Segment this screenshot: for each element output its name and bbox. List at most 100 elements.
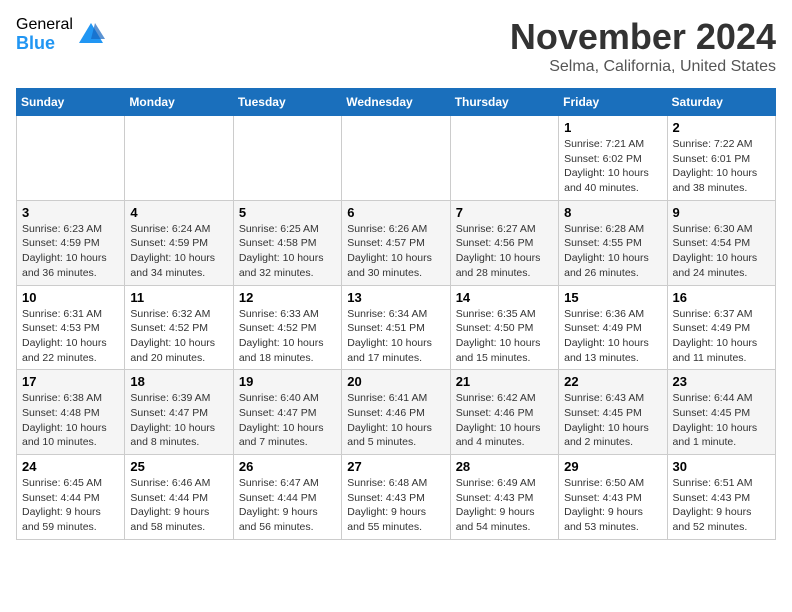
day-info: Sunrise: 6:35 AM Sunset: 4:50 PM Dayligh… [456,307,553,366]
day-number: 25 [130,459,227,474]
day-cell: 12Sunrise: 6:33 AM Sunset: 4:52 PM Dayli… [233,285,341,370]
day-info: Sunrise: 6:43 AM Sunset: 4:45 PM Dayligh… [564,391,661,450]
day-info: Sunrise: 6:34 AM Sunset: 4:51 PM Dayligh… [347,307,444,366]
day-info: Sunrise: 6:41 AM Sunset: 4:46 PM Dayligh… [347,391,444,450]
day-cell: 2 Sunrise: 7:22 AM Sunset: 6:01 PM Daylig… [667,116,775,201]
day-info: Sunrise: 6:49 AM Sunset: 4:43 PM Dayligh… [456,476,553,535]
day-number: 24 [22,459,119,474]
day-cell: 20 Sunrise: 6:41 AM Sunset: 4:46 PM Dayli… [342,370,450,455]
day-cell [450,116,558,201]
day-info: Sunrise: 6:32 AM Sunset: 4:52 PM Dayligh… [130,307,227,366]
week-row-5: 24 Sunrise: 6:45 AM Sunset: 4:44 PM Dayli… [17,455,776,540]
day-cell: 8 Sunrise: 6:28 AM Sunset: 4:55 PM Daylig… [559,200,667,285]
day-cell: 21 Sunrise: 6:42 AM Sunset: 4:46 PM Dayli… [450,370,558,455]
day-number: 28 [456,459,553,474]
day-cell [233,116,341,201]
week-row-1: 1Sunrise: 7:21 AM Sunset: 6:02 PM Daylig… [17,116,776,201]
day-number: 1 [564,120,661,135]
day-info: Sunrise: 6:31 AM Sunset: 4:53 PM Dayligh… [22,307,119,366]
day-info: Sunrise: 6:44 AM Sunset: 4:45 PM Dayligh… [673,391,770,450]
day-cell: 29Sunrise: 6:50 AM Sunset: 4:43 PM Dayli… [559,455,667,540]
day-info: Sunrise: 6:39 AM Sunset: 4:47 PM Dayligh… [130,391,227,450]
day-cell: 19Sunrise: 6:40 AM Sunset: 4:47 PM Dayli… [233,370,341,455]
day-info: Sunrise: 6:42 AM Sunset: 4:46 PM Dayligh… [456,391,553,450]
header-cell-thursday: Thursday [450,89,558,116]
calendar-body: 1Sunrise: 7:21 AM Sunset: 6:02 PM Daylig… [17,116,776,540]
day-number: 19 [239,374,336,389]
day-info: Sunrise: 6:37 AM Sunset: 4:49 PM Dayligh… [673,307,770,366]
day-cell: 16Sunrise: 6:37 AM Sunset: 4:49 PM Dayli… [667,285,775,370]
day-cell: 5Sunrise: 6:25 AM Sunset: 4:58 PM Daylig… [233,200,341,285]
day-number: 22 [564,374,661,389]
week-row-3: 10 Sunrise: 6:31 AM Sunset: 4:53 PM Dayli… [17,285,776,370]
day-cell: 10 Sunrise: 6:31 AM Sunset: 4:53 PM Dayli… [17,285,125,370]
day-cell: 9Sunrise: 6:30 AM Sunset: 4:54 PM Daylig… [667,200,775,285]
day-number: 18 [130,374,227,389]
calendar-header: SundayMondayTuesdayWednesdayThursdayFrid… [17,89,776,116]
day-number: 20 [347,374,444,389]
day-number: 13 [347,290,444,305]
day-number: 14 [456,290,553,305]
day-cell: 17Sunrise: 6:38 AM Sunset: 4:48 PM Dayli… [17,370,125,455]
day-cell: 4Sunrise: 6:24 AM Sunset: 4:59 PM Daylig… [125,200,233,285]
day-number: 27 [347,459,444,474]
day-number: 12 [239,290,336,305]
month-title: November 2024 [510,16,776,58]
day-info: Sunrise: 7:22 AM Sunset: 6:01 PM Dayligh… [673,137,770,196]
day-info: Sunrise: 6:30 AM Sunset: 4:54 PM Dayligh… [673,222,770,281]
title-section: November 2024 Selma, California, United … [510,16,776,76]
day-number: 3 [22,205,119,220]
calendar-table: SundayMondayTuesdayWednesdayThursdayFrid… [16,88,776,540]
day-info: Sunrise: 6:38 AM Sunset: 4:48 PM Dayligh… [22,391,119,450]
header-cell-tuesday: Tuesday [233,89,341,116]
day-number: 2 [673,120,770,135]
day-number: 8 [564,205,661,220]
day-number: 30 [673,459,770,474]
day-info: Sunrise: 6:36 AM Sunset: 4:49 PM Dayligh… [564,307,661,366]
day-number: 26 [239,459,336,474]
day-cell: 7 Sunrise: 6:27 AM Sunset: 4:56 PM Daylig… [450,200,558,285]
day-info: Sunrise: 6:48 AM Sunset: 4:43 PM Dayligh… [347,476,444,535]
day-cell: 25 Sunrise: 6:46 AM Sunset: 4:44 PM Dayli… [125,455,233,540]
day-number: 23 [673,374,770,389]
day-number: 11 [130,290,227,305]
day-number: 21 [456,374,553,389]
day-info: Sunrise: 6:46 AM Sunset: 4:44 PM Dayligh… [130,476,227,535]
header-cell-friday: Friday [559,89,667,116]
header-cell-sunday: Sunday [17,89,125,116]
header-cell-saturday: Saturday [667,89,775,116]
day-info: Sunrise: 6:24 AM Sunset: 4:59 PM Dayligh… [130,222,227,281]
day-number: 10 [22,290,119,305]
logo-general: General [16,16,73,34]
day-info: Sunrise: 6:51 AM Sunset: 4:43 PM Dayligh… [673,476,770,535]
day-info: Sunrise: 6:27 AM Sunset: 4:56 PM Dayligh… [456,222,553,281]
day-cell: 22 Sunrise: 6:43 AM Sunset: 4:45 PM Dayli… [559,370,667,455]
header-row: SundayMondayTuesdayWednesdayThursdayFrid… [17,89,776,116]
day-info: Sunrise: 6:50 AM Sunset: 4:43 PM Dayligh… [564,476,661,535]
day-number: 7 [456,205,553,220]
day-cell: 13 Sunrise: 6:34 AM Sunset: 4:51 PM Dayli… [342,285,450,370]
day-cell: 23 Sunrise: 6:44 AM Sunset: 4:45 PM Dayli… [667,370,775,455]
header-cell-monday: Monday [125,89,233,116]
day-info: Sunrise: 6:47 AM Sunset: 4:44 PM Dayligh… [239,476,336,535]
day-cell [342,116,450,201]
day-info: Sunrise: 6:45 AM Sunset: 4:44 PM Dayligh… [22,476,119,535]
day-info: Sunrise: 6:25 AM Sunset: 4:58 PM Dayligh… [239,222,336,281]
header-cell-wednesday: Wednesday [342,89,450,116]
day-cell [17,116,125,201]
logo-text: General Blue [16,16,73,53]
day-cell: 26 Sunrise: 6:47 AM Sunset: 4:44 PM Dayli… [233,455,341,540]
day-info: Sunrise: 6:26 AM Sunset: 4:57 PM Dayligh… [347,222,444,281]
day-cell: 14 Sunrise: 6:35 AM Sunset: 4:50 PM Dayli… [450,285,558,370]
day-cell: 11 Sunrise: 6:32 AM Sunset: 4:52 PM Dayli… [125,285,233,370]
day-number: 6 [347,205,444,220]
page-header: General Blue November 2024 Selma, Califo… [16,16,776,76]
day-cell: 1Sunrise: 7:21 AM Sunset: 6:02 PM Daylig… [559,116,667,201]
day-cell: 30 Sunrise: 6:51 AM Sunset: 4:43 PM Dayli… [667,455,775,540]
day-info: Sunrise: 6:23 AM Sunset: 4:59 PM Dayligh… [22,222,119,281]
logo: General Blue [16,16,105,53]
day-number: 15 [564,290,661,305]
day-cell: 3 Sunrise: 6:23 AM Sunset: 4:59 PM Daylig… [17,200,125,285]
day-cell: 27 Sunrise: 6:48 AM Sunset: 4:43 PM Dayli… [342,455,450,540]
day-info: Sunrise: 6:28 AM Sunset: 4:55 PM Dayligh… [564,222,661,281]
